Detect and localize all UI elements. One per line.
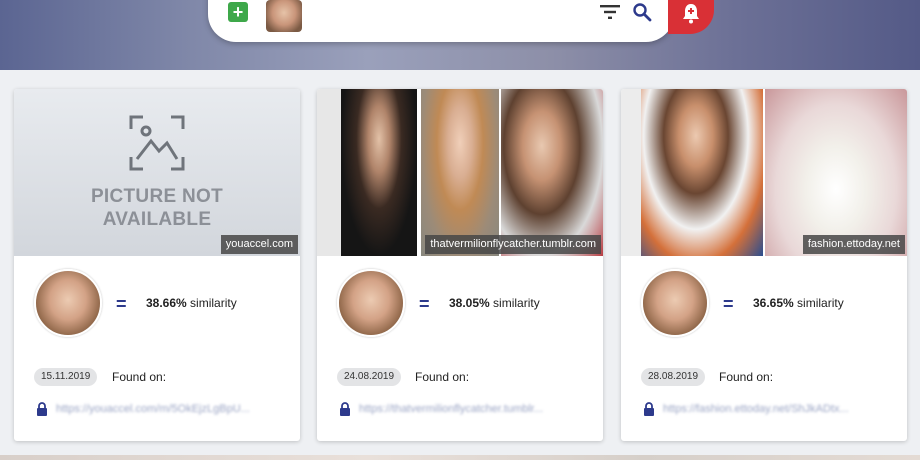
avatar — [641, 269, 709, 337]
result-card[interactable]: fashion.ettoday.net = 36.65% similarity … — [621, 89, 907, 441]
search-icon[interactable] — [632, 2, 652, 22]
similarity-text: 36.65% similarity — [753, 296, 844, 310]
lock-icon — [340, 402, 350, 416]
equals-icon: = — [419, 294, 430, 314]
result-link[interactable]: https://youaccel.com/m/5OkEjzLgBpU... — [56, 403, 276, 415]
photo-panel — [765, 89, 907, 256]
found-on-label: Found on: — [415, 370, 470, 384]
source-domain: fashion.ettoday.net — [802, 235, 905, 254]
source-domain: thatvermilionflycatcher.tumblr.com — [425, 235, 601, 254]
lock-icon — [37, 402, 47, 416]
image-missing-icon — [129, 115, 185, 171]
avatar — [34, 269, 102, 337]
equals-icon: = — [116, 294, 127, 314]
search-bar: + — [208, 0, 674, 42]
photo-panel — [421, 89, 499, 256]
found-on-label: Found on: — [719, 370, 774, 384]
bell-alert-icon — [683, 4, 699, 24]
result-card[interactable]: PICTURE NOT AVAILABLE youaccel.com = 38.… — [14, 89, 300, 441]
add-image-icon[interactable]: + — [228, 2, 248, 22]
result-card[interactable]: thatvermilionflycatcher.tumblr.com = 38.… — [317, 89, 603, 441]
lock-icon — [644, 402, 654, 416]
found-on-label: Found on: — [112, 370, 167, 384]
similarity-text: 38.66% similarity — [146, 296, 237, 310]
photo-panel — [641, 89, 763, 256]
next-row-preview — [0, 455, 920, 460]
query-image-thumbnail[interactable] — [266, 0, 302, 32]
date-badge: 28.08.2019 — [641, 368, 706, 386]
filter-icon[interactable] — [600, 4, 620, 20]
photo-panel — [341, 89, 417, 256]
source-domain: youaccel.com — [220, 235, 298, 254]
result-image[interactable]: thatvermilionflycatcher.tumblr.com — [317, 89, 603, 256]
picture-not-available-text: PICTURE NOT AVAILABLE — [90, 186, 224, 230]
photo-panel — [317, 89, 341, 256]
result-image-placeholder[interactable]: PICTURE NOT AVAILABLE youaccel.com — [14, 89, 300, 256]
date-badge: 15.11.2019 — [34, 368, 98, 386]
result-link[interactable]: https://thatvermilionflycatcher.tumblr..… — [359, 403, 579, 415]
photo-panel — [621, 89, 641, 256]
result-link[interactable]: https://fashion.ettoday.net/ShJkADtx... — [663, 403, 883, 415]
photo-panel — [501, 89, 603, 256]
avatar — [337, 269, 405, 337]
similarity-text: 38.05% similarity — [449, 296, 540, 310]
date-badge: 24.08.2019 — [337, 368, 402, 386]
equals-icon: = — [723, 294, 734, 314]
result-image[interactable]: fashion.ettoday.net — [621, 89, 907, 256]
